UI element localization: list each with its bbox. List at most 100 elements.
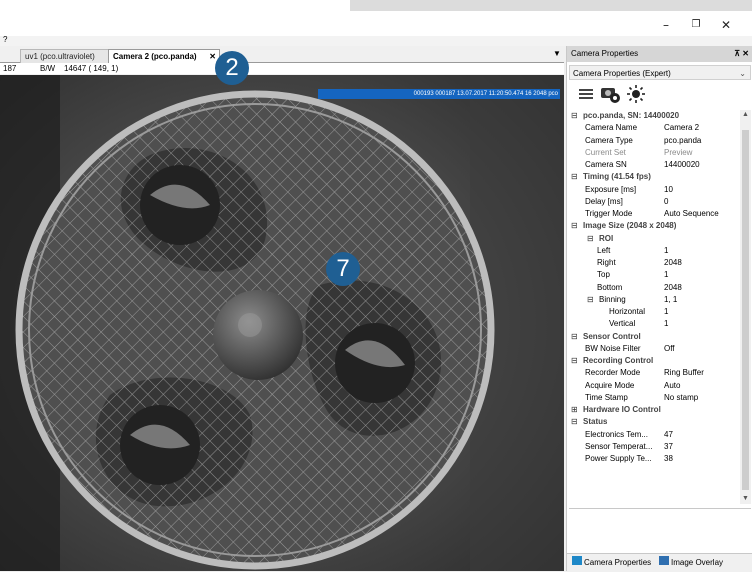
- property-category[interactable]: ⊟ Timing (41.54 fps): [567, 171, 740, 183]
- property-row[interactable]: Vertical 1: [567, 318, 740, 330]
- collapse-icon[interactable]: ⊟: [571, 110, 578, 122]
- property-category[interactable]: ⊞ Hardware IO Control: [567, 404, 740, 416]
- property-row[interactable]: Delay [ms] 0: [567, 196, 740, 208]
- property-value[interactable]: 0: [664, 196, 668, 208]
- close-tab-icon[interactable]: ✕: [209, 50, 216, 63]
- top-strip-shade: [350, 0, 752, 11]
- color-mode: B/W: [40, 64, 56, 73]
- pixel-info-row: 187 B/W 14647 ( 149, 1): [0, 63, 564, 74]
- property-row[interactable]: Right 2048: [567, 257, 740, 269]
- property-row[interactable]: Sensor Temperat... 37: [567, 441, 740, 453]
- expand-icon[interactable]: ⊞: [571, 404, 578, 416]
- property-value[interactable]: 10: [664, 184, 673, 196]
- collapse-icon[interactable]: ⊟: [571, 331, 578, 343]
- property-value[interactable]: 1: [664, 269, 668, 281]
- property-value[interactable]: Ring Buffer: [664, 367, 704, 379]
- property-row[interactable]: Recorder Mode Ring Buffer: [567, 367, 740, 379]
- property-value[interactable]: 1: [664, 318, 668, 330]
- menu-bar: ?: [0, 35, 752, 46]
- collapse-icon[interactable]: ⊟: [587, 294, 594, 306]
- panel-footer-tabs: Camera Properties Image Overlay: [567, 553, 752, 572]
- property-label: BW Noise Filter: [585, 343, 641, 353]
- property-value[interactable]: Auto Sequence: [664, 208, 719, 220]
- property-label: pco.panda, SN: 14400020: [583, 111, 680, 120]
- property-category[interactable]: ⊟ Recording Control: [567, 355, 740, 367]
- property-row[interactable]: Acquire Mode Auto: [567, 380, 740, 392]
- title-bar: – ❐ ✕: [0, 14, 752, 36]
- property-value[interactable]: pco.panda: [664, 135, 701, 147]
- property-grid[interactable]: ⊟ pco.panda, SN: 14400020 Camera Name Camer…: [567, 110, 740, 504]
- scroll-thumb[interactable]: [742, 130, 749, 490]
- tab-camera-2[interactable]: Camera 2 (pco.panda) ✕: [108, 49, 220, 63]
- camera-settings-icon[interactable]: [600, 84, 622, 104]
- property-row[interactable]: Power Supply Te... 38: [567, 453, 740, 465]
- property-row[interactable]: Electronics Tem... 47: [567, 429, 740, 441]
- property-row[interactable]: Camera Name Camera 2: [567, 122, 740, 134]
- property-category[interactable]: ⊟ ROI: [567, 233, 740, 245]
- property-label: Hardware IO Control: [583, 405, 661, 414]
- tab-image-overlay[interactable]: Image Overlay: [671, 556, 723, 570]
- property-label: Recording Control: [583, 356, 654, 365]
- image-overlay-tab-icon: [659, 556, 669, 565]
- property-row[interactable]: Exposure [ms] 10: [567, 184, 740, 196]
- brightness-icon[interactable]: [627, 85, 645, 103]
- property-value[interactable]: Off: [664, 343, 675, 355]
- tab-uv1[interactable]: uv1 (pco.ultraviolet): [20, 49, 114, 63]
- properties-mode-select[interactable]: Camera Properties (Expert) ⌄: [569, 65, 751, 80]
- property-description-area: [569, 508, 751, 549]
- property-grid-scrollbar[interactable]: ▲ ▼: [740, 110, 751, 504]
- top-strip: [0, 0, 752, 14]
- property-row[interactable]: Left 1: [567, 245, 740, 257]
- property-row[interactable]: Camera Type pco.panda: [567, 135, 740, 147]
- restore-button[interactable]: ❐: [682, 16, 710, 34]
- property-row[interactable]: Bottom 2048: [567, 282, 740, 294]
- property-value[interactable]: Preview: [664, 147, 692, 159]
- property-category[interactable]: ⊟ pco.panda, SN: 14400020: [567, 110, 740, 122]
- list-view-icon[interactable]: [579, 87, 593, 101]
- property-label: Sensor Temperat...: [585, 441, 653, 451]
- property-row[interactable]: Camera SN 14400020: [567, 159, 740, 171]
- property-label: Acquire Mode: [585, 380, 635, 390]
- property-value[interactable]: 1, 1: [664, 294, 677, 306]
- property-value[interactable]: Camera 2: [664, 122, 699, 134]
- property-row[interactable]: Trigger Mode Auto Sequence: [567, 208, 740, 220]
- property-value[interactable]: Auto: [664, 380, 680, 392]
- property-value[interactable]: 47: [664, 429, 673, 441]
- property-value[interactable]: No stamp: [664, 392, 698, 404]
- property-row[interactable]: Current Set Preview: [567, 147, 740, 159]
- pixel-value: 187: [3, 64, 17, 73]
- property-row[interactable]: BW Noise Filter Off: [567, 343, 740, 355]
- collapse-icon[interactable]: ⊟: [571, 220, 578, 232]
- property-row[interactable]: Time Stamp No stamp: [567, 392, 740, 404]
- collapse-icon[interactable]: ⊟: [587, 233, 594, 245]
- property-row[interactable]: Top 1: [567, 269, 740, 281]
- property-row[interactable]: ⊟ Binning 1, 1: [567, 294, 740, 306]
- minimize-button[interactable]: –: [652, 16, 680, 34]
- scroll-down-icon[interactable]: ▼: [740, 494, 751, 504]
- property-value[interactable]: 2048: [664, 257, 682, 269]
- collapse-icon[interactable]: ⊟: [571, 416, 578, 428]
- help-menu[interactable]: ?: [3, 35, 7, 44]
- property-row[interactable]: Horizontal 1: [567, 306, 740, 318]
- property-value[interactable]: 1: [664, 306, 668, 318]
- property-label: Camera SN: [585, 160, 627, 169]
- camera-image-view[interactable]: [0, 75, 564, 571]
- tab-camera-properties[interactable]: Camera Properties: [584, 556, 651, 570]
- property-value[interactable]: 1: [664, 245, 668, 257]
- property-value[interactable]: 2048: [664, 282, 682, 294]
- property-label: ROI: [599, 233, 614, 243]
- scroll-up-icon[interactable]: ▲: [740, 110, 751, 120]
- property-category[interactable]: ⊟ Sensor Control: [567, 331, 740, 343]
- property-value[interactable]: 38: [664, 453, 673, 465]
- property-label: Current Set: [585, 147, 626, 157]
- pin-icon[interactable]: ⊼: [734, 49, 740, 58]
- close-window-button[interactable]: ✕: [712, 16, 740, 34]
- property-category[interactable]: ⊟ Status: [567, 416, 740, 428]
- tab-list-dropdown[interactable]: ▼: [552, 49, 562, 59]
- collapse-icon[interactable]: ⊟: [571, 171, 578, 183]
- property-category[interactable]: ⊟ Image Size (2048 x 2048): [567, 220, 740, 232]
- property-value[interactable]: 14400020: [664, 159, 700, 171]
- property-value[interactable]: 37: [664, 441, 673, 453]
- collapse-icon[interactable]: ⊟: [571, 355, 578, 367]
- close-panel-icon[interactable]: ✕: [742, 49, 749, 58]
